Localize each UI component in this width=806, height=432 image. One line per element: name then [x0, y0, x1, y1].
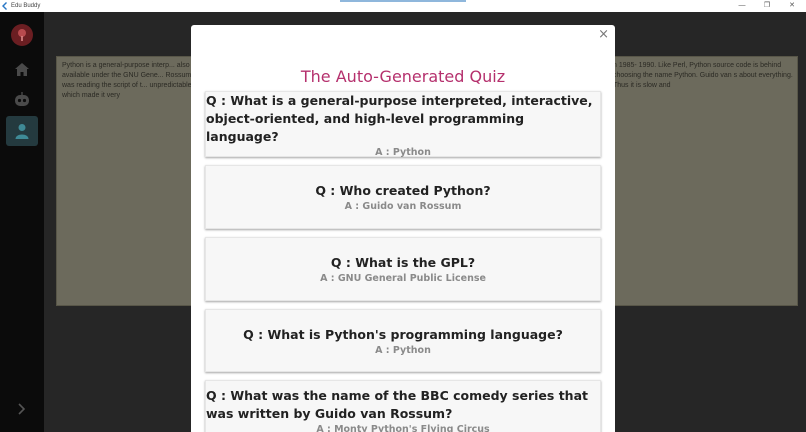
quiz-question: Q : What was the name of the BBC comedy … [206, 388, 588, 421]
quiz-card: Q : What is the GPL? A : GNU General Pub… [205, 237, 601, 301]
quiz-question: Q : What is a general-purpose interprete… [206, 93, 593, 144]
tree-logo-icon [18, 29, 26, 41]
sidebar-item-profile[interactable] [6, 116, 38, 146]
robot-icon [15, 92, 29, 106]
app-logo [11, 24, 33, 46]
quiz-dialog: × The Auto-Generated Quiz Q : What is a … [191, 25, 615, 432]
source-text-left: Python is a general-purpose interp... al… [62, 62, 194, 99]
home-icon [15, 62, 29, 76]
quiz-card: Q : What was the name of the BBC comedy … [205, 380, 601, 432]
sidebar [0, 12, 44, 432]
sidebar-item-bot[interactable] [6, 85, 38, 115]
quiz-card: Q : Who created Python? A : Guido van Ro… [205, 165, 601, 229]
quiz-answer: A : Guido van Rossum [344, 201, 462, 212]
close-dialog-button[interactable]: × [598, 28, 609, 42]
quiz-card: Q : What is a general-purpose interprete… [205, 91, 601, 158]
quiz-question: Q : What is Python's programming languag… [243, 327, 563, 342]
quiz-answer: A : GNU General Public License [320, 273, 486, 284]
quiz-card: Q : What is Python's programming languag… [205, 309, 601, 372]
minimize-button[interactable]: — [730, 0, 754, 12]
chevron-right-icon [18, 403, 26, 415]
person-icon [15, 124, 29, 139]
quiz-answer: A : Python [375, 147, 431, 158]
close-window-button[interactable]: ✕ [780, 0, 804, 12]
quiz-question: Q : Who created Python? [315, 183, 491, 198]
quiz-answer: A : Monty Python's Flying Circus [316, 424, 490, 432]
window-title: Edu Buddy [11, 3, 41, 9]
maximize-button[interactable]: ❐ [755, 0, 779, 12]
quiz-title: The Auto-Generated Quiz [300, 67, 506, 86]
app-logo-icon [2, 2, 7, 10]
sidebar-expand-button[interactable] [6, 394, 38, 424]
quiz-question: Q : What is the GPL? [330, 255, 476, 270]
source-text-right: n 1985- 1990. Like Perl, Python source c… [613, 62, 793, 89]
window-titlebar: Edu Buddy — ❐ ✕ [0, 0, 806, 12]
active-tab-indicator [340, 0, 466, 2]
quiz-answer: A : Python [375, 345, 431, 356]
sidebar-item-home[interactable] [6, 54, 38, 84]
